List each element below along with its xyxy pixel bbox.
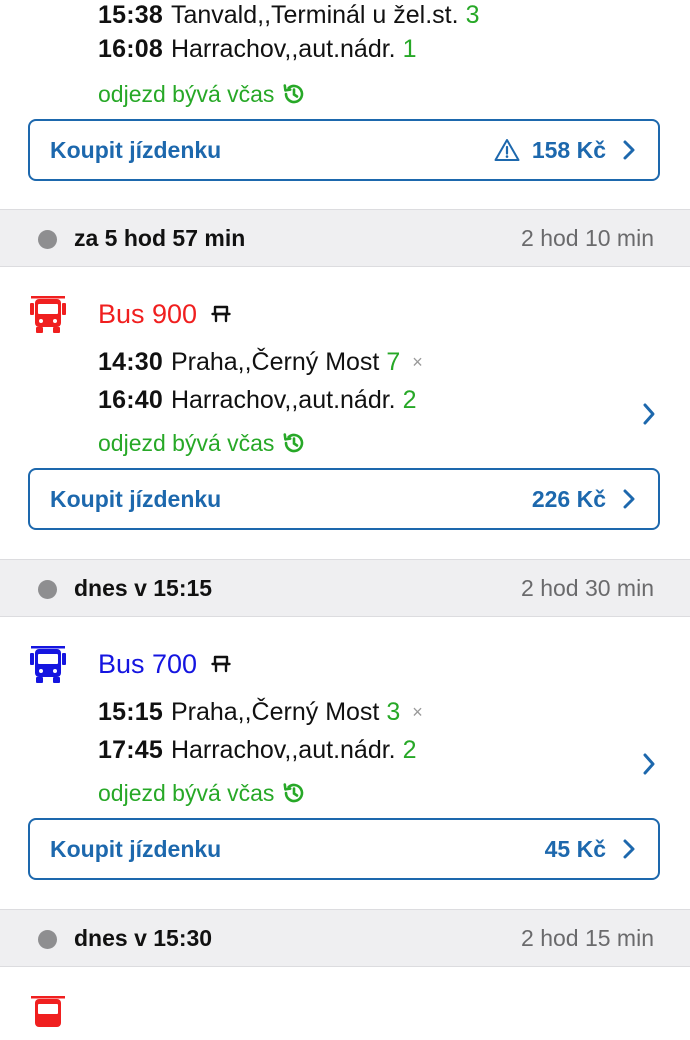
stop-name: Harrachov,,aut.nádr. — [170, 736, 396, 764]
history-clock-icon — [283, 84, 304, 104]
trip-duration: 2 hod 10 min — [521, 225, 654, 251]
buy-ticket-label: Koupit jízdenku — [50, 136, 222, 163]
departure-time-header: dnes v 15:15 — [74, 575, 213, 601]
status-dot — [38, 580, 57, 599]
line-name: Bus 700 — [98, 649, 198, 679]
departure-time: 15:15 — [98, 698, 163, 726]
status-dot — [38, 230, 57, 249]
stop-name: Tanvald,,Terminál u žel.st. — [170, 1, 459, 29]
platform-number: 1 — [402, 35, 417, 63]
bus-icon — [30, 995, 66, 1040]
arrival-time: 16:40 — [98, 386, 163, 414]
punctuality-label: odjezd bývá včas — [98, 780, 275, 806]
stop-row: 15:15 Praha,,Černý Most 3 × — [98, 697, 423, 727]
buy-ticket-button[interactable]: Koupit jízdenku 158 Kč — [28, 119, 660, 181]
connection-detail-chevron-icon[interactable] — [642, 402, 656, 431]
buy-ticket-button[interactable]: Koupit jízdenku 45 Kč — [28, 818, 660, 880]
seat-icon — [211, 655, 231, 673]
bus-icon — [30, 645, 66, 690]
history-clock-icon — [283, 433, 304, 453]
departure-time: 14:30 — [98, 348, 163, 376]
platform-number: 3 — [465, 1, 480, 29]
chevron-right-icon — [622, 488, 636, 510]
punctuality-status: odjezd bývá včas — [98, 429, 306, 457]
departure-time-header: dnes v 15:30 — [74, 925, 213, 951]
buy-ticket-label: Koupit jízdenku — [50, 835, 222, 862]
warning-icon — [494, 138, 520, 162]
connection-header: za 5 hod 57 min 2 hod 10 min — [0, 209, 690, 267]
no-accessibility-mark: × — [412, 702, 423, 722]
connection-header: dnes v 15:15 2 hod 30 min — [0, 559, 690, 617]
status-dot — [38, 930, 57, 949]
line-name-row: Bus 700 — [98, 648, 231, 680]
arrival-time: 16:08 — [98, 35, 163, 63]
departure-countdown: za 5 hod 57 min — [74, 225, 246, 251]
platform-number: 2 — [402, 386, 417, 414]
seat-icon — [211, 305, 231, 323]
chevron-right-icon — [622, 139, 636, 161]
punctuality-status: odjezd bývá včas — [98, 80, 306, 108]
line-name: Bus 900 — [98, 299, 198, 329]
stop-name: Praha,,Černý Most — [170, 348, 380, 376]
ticket-price: 226 Kč — [531, 485, 606, 512]
no-accessibility-mark: × — [412, 352, 423, 372]
stop-name: Praha,,Černý Most — [170, 698, 380, 726]
trip-duration: 2 hod 15 min — [521, 925, 654, 951]
trip-duration: 2 hod 30 min — [521, 575, 654, 601]
stop-row: 16:40 Harrachov,,aut.nádr. 2 — [98, 385, 417, 415]
stop-row: 14:30 Praha,,Černý Most 7 × — [98, 347, 423, 377]
platform-number: 2 — [402, 736, 417, 764]
stop-row: 16:08 Harrachov,,aut.nádr. 1 — [98, 34, 417, 64]
line-name-row: Bus 900 — [98, 298, 231, 330]
stop-name: Harrachov,,aut.nádr. — [170, 35, 396, 63]
punctuality-label: odjezd bývá včas — [98, 430, 275, 456]
stop-row: 15:38 Tanvald,,Terminál u žel.st. 3 — [98, 0, 479, 30]
stop-name: Harrachov,,aut.nádr. — [170, 386, 396, 414]
bus-icon — [30, 295, 66, 340]
punctuality-status: odjezd bývá včas — [98, 779, 306, 807]
connection-detail-chevron-icon[interactable] — [642, 752, 656, 781]
chevron-right-icon — [622, 838, 636, 860]
stop-row: 17:45 Harrachov,,aut.nádr. 2 — [98, 735, 417, 765]
departure-time: 15:38 — [98, 1, 163, 29]
buy-ticket-label: Koupit jízdenku — [50, 485, 222, 512]
buy-ticket-button[interactable]: Koupit jízdenku 226 Kč — [28, 468, 660, 530]
connection-header: dnes v 15:30 2 hod 15 min — [0, 909, 690, 967]
ticket-price: 158 Kč — [531, 136, 606, 163]
ticket-price: 45 Kč — [544, 835, 606, 862]
punctuality-label: odjezd bývá včas — [98, 81, 275, 107]
platform-number: 7 — [386, 348, 401, 376]
arrival-time: 17:45 — [98, 736, 163, 764]
history-clock-icon — [283, 783, 304, 803]
platform-number: 3 — [386, 698, 401, 726]
